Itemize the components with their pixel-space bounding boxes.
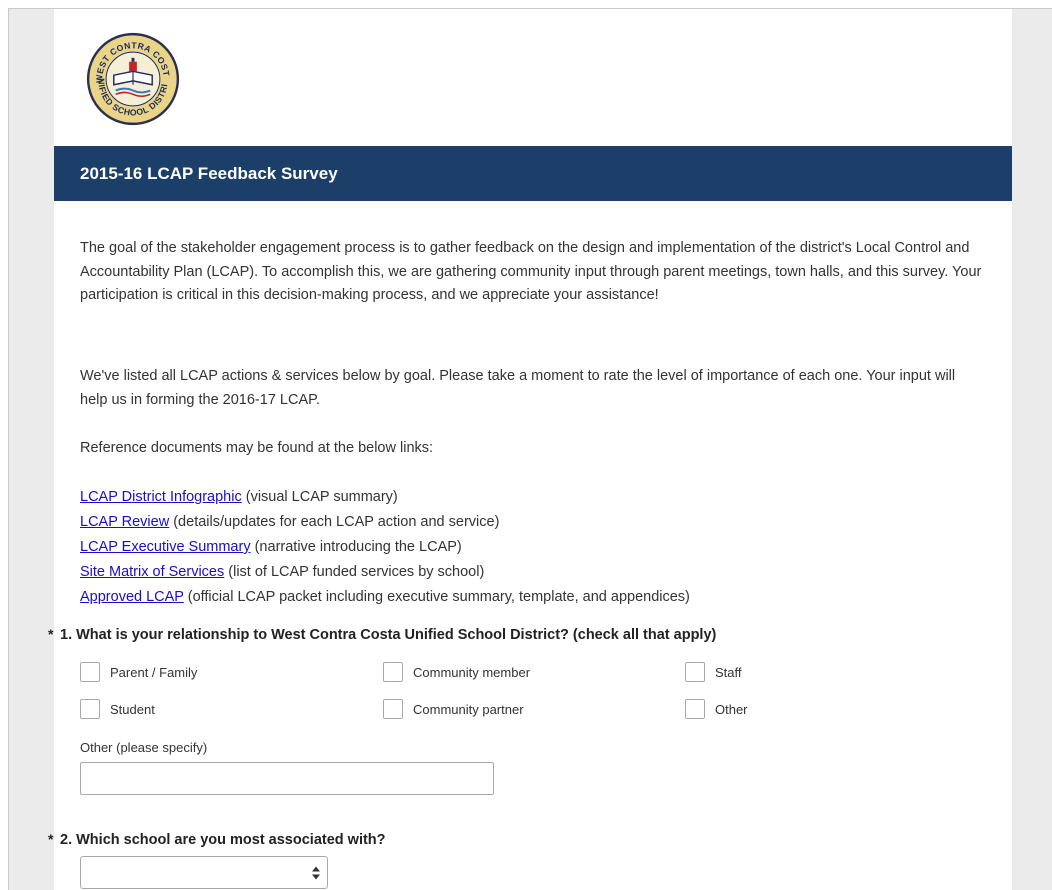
survey-title: 2015-16 LCAP Feedback Survey: [54, 146, 1012, 201]
question-2-title: * 2. Which school are you most associated…: [48, 831, 386, 848]
link-site-matrix-of-services[interactable]: Site Matrix of Services: [80, 564, 224, 580]
reference-links: LCAP District Infographic (visual LCAP s…: [80, 485, 985, 610]
question-2-text: 2. Which school are you most associated …: [60, 832, 386, 848]
option-staff[interactable]: Staff: [685, 660, 742, 684]
question-1-title: * 1. What is your relationship to West Co…: [48, 626, 716, 643]
survey-panel: WEST CONTRA COSTA UNIFIED SCHOOL DISTRIC…: [48, 9, 1012, 890]
option-label: Community partner: [413, 701, 524, 717]
link-description: (official LCAP packet including executiv…: [183, 589, 690, 605]
option-community-partner[interactable]: Community partner: [383, 697, 524, 721]
district-logo: WEST CONTRA COSTA UNIFIED SCHOOL DISTRIC…: [85, 31, 180, 126]
checkbox[interactable]: [383, 662, 403, 682]
other-specify-label: Other (please specify): [80, 740, 208, 755]
reference-link-row: Approved LCAP (official LCAP packet incl…: [80, 585, 985, 610]
link-lcap-district-infographic[interactable]: LCAP District Infographic: [80, 489, 242, 505]
option-community-member[interactable]: Community member: [383, 660, 530, 684]
checkbox[interactable]: [80, 662, 100, 682]
checkbox[interactable]: [80, 699, 100, 719]
instructions-paragraph: We've listed all LCAP actions & services…: [80, 368, 956, 408]
reference-intro: Reference documents may be found at the …: [80, 440, 434, 456]
link-description: (details/updates for each LCAP action an…: [169, 514, 500, 530]
option-other[interactable]: Other: [685, 697, 748, 721]
school-select[interactable]: [80, 856, 328, 889]
checkbox[interactable]: [685, 699, 705, 719]
option-student[interactable]: Student: [80, 697, 155, 721]
other-specify-input[interactable]: [80, 762, 494, 795]
reference-link-row: Site Matrix of Services (list of LCAP fu…: [80, 560, 985, 585]
option-label: Staff: [715, 664, 742, 680]
reference-link-row: LCAP Review (details/updates for each LC…: [80, 510, 985, 535]
reference-link-row: LCAP District Infographic (visual LCAP s…: [80, 485, 985, 510]
required-marker: *: [48, 831, 54, 847]
checkbox[interactable]: [383, 699, 403, 719]
link-description: (narrative introducing the LCAP): [250, 539, 462, 555]
option-label: Parent / Family: [110, 664, 198, 680]
link-description: (visual LCAP summary): [241, 489, 398, 505]
reference-link-row: LCAP Executive Summary (narrative introd…: [80, 535, 985, 560]
option-label: Community member: [413, 664, 531, 680]
option-label: Student: [110, 701, 155, 717]
link-lcap-review[interactable]: LCAP Review: [80, 514, 169, 530]
select-updown-arrows-icon: [312, 866, 320, 880]
option-parent-family[interactable]: Parent / Family: [80, 660, 197, 684]
option-label: Other: [715, 701, 748, 717]
question-1-text: 1. What is your relationship to West Con…: [60, 627, 717, 643]
link-description: (list of LCAP funded services by school): [224, 564, 485, 580]
required-marker: *: [48, 626, 54, 642]
link-lcap-executive-summary[interactable]: LCAP Executive Summary: [80, 539, 251, 555]
checkbox[interactable]: [685, 662, 705, 682]
intro-paragraph: The goal of the stakeholder engagement p…: [80, 240, 982, 303]
link-approved-lcap[interactable]: Approved LCAP: [80, 589, 184, 605]
